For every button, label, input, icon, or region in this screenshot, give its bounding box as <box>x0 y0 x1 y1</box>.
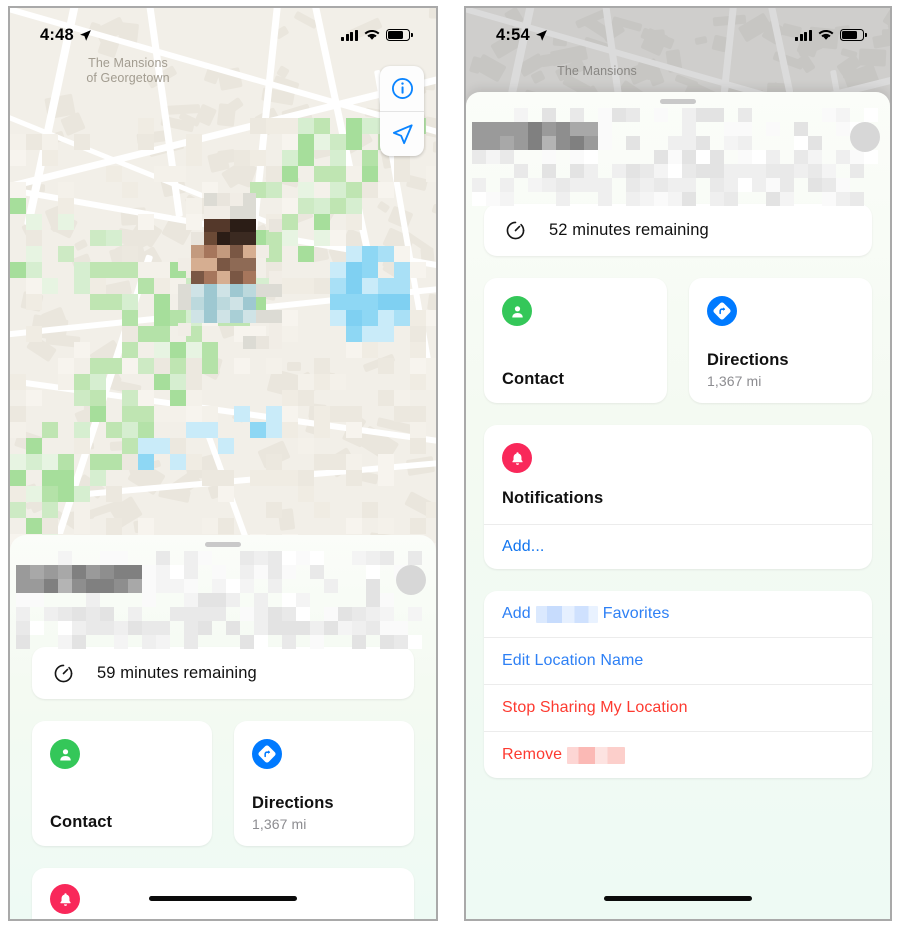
directions-card[interactable]: Directions 1,367 mi <box>234 721 414 846</box>
info-circle-icon <box>391 78 413 99</box>
list-item[interactable]: Add Favorites <box>484 591 872 637</box>
left-map-view[interactable]: The Mansions of Georgetown <box>10 8 436 543</box>
map-place-label: The Mansions <box>557 64 637 78</box>
list-row-prefix: Remove <box>502 746 563 763</box>
left-sheet-body: 59 minutes remaining Contact Directions … <box>10 647 436 919</box>
home-indicator[interactable] <box>149 896 297 901</box>
right-sheet-body: 52 minutes remaining Contact Directions … <box>466 204 890 778</box>
contact-person-icon <box>502 296 532 326</box>
directions-card-distance: 1,367 mi <box>707 373 762 389</box>
map-place-label: The Mansions of Georgetown <box>86 56 170 85</box>
location-options-list: Add Favorites Edit Location Name Stop Shari… <box>484 591 872 778</box>
timer-text: 59 minutes remaining <box>97 663 257 682</box>
timer-icon <box>54 664 73 682</box>
redacted-contact-header <box>466 108 890 206</box>
location-arrow-icon <box>392 123 413 144</box>
right-phone-screen: The Mansions 4:54 52 minutes remaining C… <box>466 8 890 919</box>
map-controls <box>380 66 424 156</box>
notifications-header: Notifications <box>484 425 872 524</box>
timer-icon <box>506 221 525 239</box>
redacted-contact-header <box>10 551 436 649</box>
screenshot-stage: The Mansions of Georgetown 4:48 59 minut… <box>0 0 900 927</box>
directions-arrow-icon <box>252 739 282 769</box>
list-row-suffix: Favorites <box>602 605 670 622</box>
right-detail-sheet[interactable]: 52 minutes remaining Contact Directions … <box>466 92 890 919</box>
timer-card[interactable]: 52 minutes remaining <box>484 204 872 256</box>
list-row-prefix: Edit Location Name <box>502 652 644 669</box>
contact-card-text: Contact <box>50 813 194 832</box>
directions-card-distance: 1,367 mi <box>252 816 307 832</box>
left-phone-frame: The Mansions of Georgetown 4:48 59 minut… <box>8 6 438 921</box>
notifications-card: Notifications Add... <box>484 425 872 569</box>
notifications-title: Notifications <box>502 489 604 507</box>
directions-card-text: Directions 1,367 mi <box>707 351 854 389</box>
directions-card[interactable]: Directions 1,367 mi <box>689 278 872 403</box>
list-row-prefix: Add <box>502 605 531 622</box>
bell-icon <box>50 884 80 914</box>
directions-arrow-icon <box>707 296 737 326</box>
contact-person-icon <box>50 739 80 769</box>
home-indicator[interactable] <box>604 896 752 901</box>
list-item[interactable]: Edit Location Name <box>484 637 872 684</box>
notifications-card[interactable] <box>32 868 414 919</box>
timer-text: 52 minutes remaining <box>549 220 709 239</box>
map-info-button[interactable] <box>380 66 424 111</box>
list-row-prefix: Stop Sharing My Location <box>502 699 688 716</box>
contact-card-text: Contact <box>502 370 649 389</box>
directions-card-title: Directions <box>707 351 789 369</box>
timer-card[interactable]: 59 minutes remaining <box>32 647 414 699</box>
list-item[interactable]: Stop Sharing My Location <box>484 684 872 731</box>
redacted-name <box>535 605 598 623</box>
contact-card-title: Contact <box>502 370 565 388</box>
contact-card[interactable]: Contact <box>484 278 667 403</box>
left-action-cards: Contact Directions 1,367 mi <box>32 721 414 846</box>
sheet-grabber[interactable] <box>660 99 696 104</box>
left-detail-sheet[interactable]: 59 minutes remaining Contact Directions … <box>10 535 436 919</box>
contact-card[interactable]: Contact <box>32 721 212 846</box>
directions-card-title: Directions <box>252 794 334 812</box>
right-action-cards: Contact Directions 1,367 mi <box>484 278 872 403</box>
sheet-grabber[interactable] <box>205 542 241 547</box>
directions-card-text: Directions 1,367 mi <box>252 794 396 832</box>
map-person-marker[interactable] <box>178 193 282 349</box>
notifications-add-button[interactable]: Add... <box>484 524 872 569</box>
map-locate-button[interactable] <box>380 111 424 156</box>
list-item[interactable]: Remove <box>484 731 872 778</box>
bell-icon <box>502 443 532 473</box>
contact-card-title: Contact <box>50 813 113 831</box>
right-phone-frame: The Mansions 4:54 52 minutes remaining C… <box>464 6 892 921</box>
left-phone-screen: The Mansions of Georgetown 4:48 59 minut… <box>10 8 436 919</box>
redacted-name <box>567 746 626 764</box>
